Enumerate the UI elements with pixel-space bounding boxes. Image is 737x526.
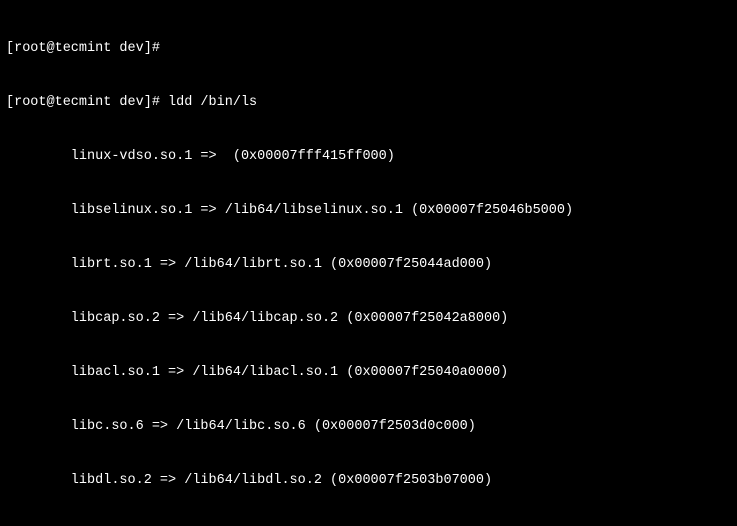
terminal-line: libacl.so.1 => /lib64/libacl.so.1 (0x000… bbox=[6, 364, 731, 382]
terminal-line: [root@tecmint dev]# bbox=[6, 40, 731, 58]
terminal-line: [root@tecmint dev]# ldd /bin/ls bbox=[6, 94, 731, 112]
terminal-line: libselinux.so.1 => /lib64/libselinux.so.… bbox=[6, 202, 731, 220]
terminal-line: librt.so.1 => /lib64/librt.so.1 (0x00007… bbox=[6, 256, 731, 274]
terminal-line: libc.so.6 => /lib64/libc.so.6 (0x00007f2… bbox=[6, 418, 731, 436]
terminal-line: linux-vdso.so.1 => (0x00007fff415ff000) bbox=[6, 148, 731, 166]
terminal-window[interactable]: [root@tecmint dev]# [root@tecmint dev]# … bbox=[0, 0, 737, 526]
terminal-line: libcap.so.2 => /lib64/libcap.so.2 (0x000… bbox=[6, 310, 731, 328]
terminal-line: libdl.so.2 => /lib64/libdl.so.2 (0x00007… bbox=[6, 472, 731, 490]
